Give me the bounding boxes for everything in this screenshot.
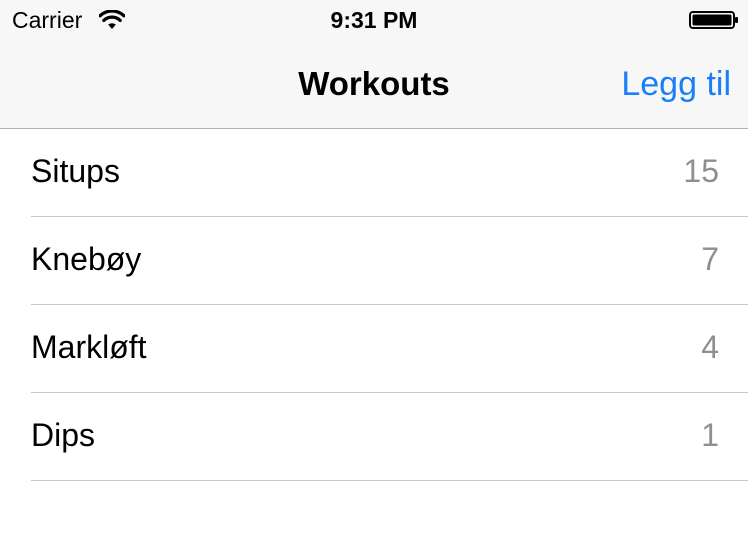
status-time: 9:31 PM [330,7,418,33]
workout-name: Dips [31,417,96,453]
status-bar: Carrier 9:31 PM [0,0,748,40]
top-bar: Carrier 9:31 PM Workouts Legg til [0,0,748,129]
workout-count: 15 [683,153,719,189]
navigation-bar: Workouts Legg til [0,40,748,128]
row-separator [31,480,748,481]
workout-count: 7 [701,241,719,277]
screen: Carrier 9:31 PM Workouts Legg til Situps… [0,0,748,560]
workout-row[interactable]: Situps 15 [0,129,748,217]
workout-name: Markløft [31,329,147,365]
workout-count: 4 [701,329,719,365]
workout-row[interactable]: Dips 1 [0,393,748,481]
workout-name: Situps [31,153,120,189]
workout-row[interactable]: Knebøy 7 [0,217,748,305]
workout-name: Knebøy [31,241,142,277]
battery-icon [689,11,738,29]
workout-count: 1 [701,417,719,453]
workout-list: Situps 15 Knebøy 7 Markløft 4 Dips 1 [0,129,748,481]
add-workout-button[interactable]: Legg til [621,64,731,104]
workout-row[interactable]: Markløft 4 [0,305,748,393]
